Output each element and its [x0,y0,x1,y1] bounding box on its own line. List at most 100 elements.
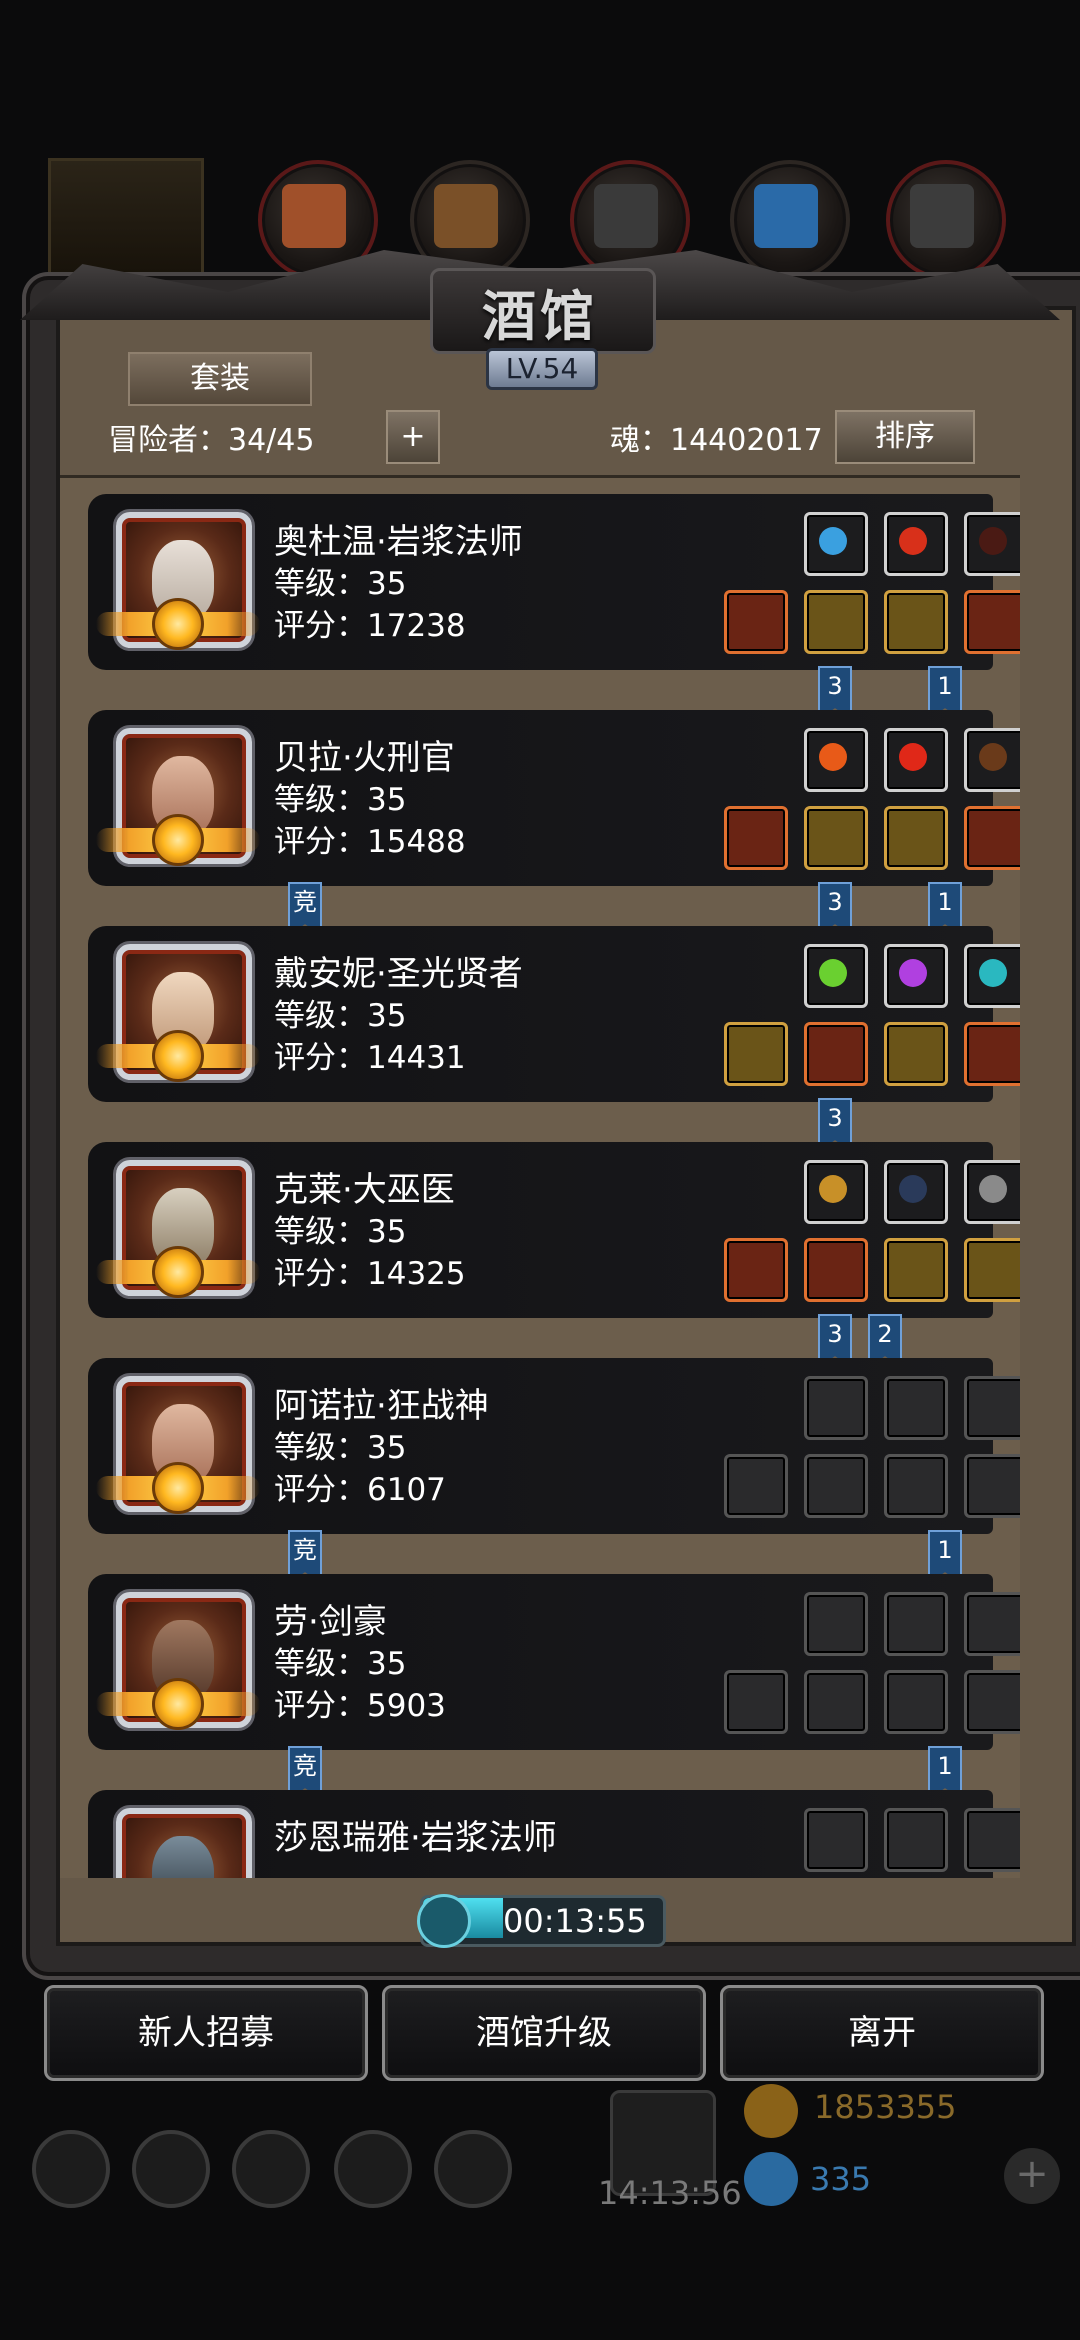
tavern-upgrade-button[interactable]: 酒馆升级 [382,1985,706,2081]
empty-gem-slot-icon[interactable] [964,1376,1020,1440]
orb-icon[interactable] [804,512,868,576]
mail-icon[interactable] [334,2130,412,2208]
anvil-category-icon[interactable] [886,160,1006,280]
gold-coin-icon [744,2084,798,2138]
hero-score: 评分：14325 [274,1256,466,1292]
star-emblem-icon [152,1462,204,1514]
refresh-timer: 00:13:55 [417,1894,666,1948]
hero-card[interactable]: 莎恩瑞雅·岩浆法师 [88,1790,1020,1878]
empty-weapon-slot-icon[interactable] [724,1670,788,1734]
hero-score: 评分：15488 [274,824,466,860]
hero-name: 劳·剑豪 [274,1602,387,1642]
empty-weapon-slot-icon[interactable] [724,1454,788,1518]
hero-level: 等级：35 [274,782,407,818]
settings-icon[interactable] [32,2130,110,2208]
helmet-icon[interactable] [884,590,948,654]
hero-name: 贝拉·火刑官 [274,738,455,778]
hero-card[interactable]: 克莱·大巫医 等级：35 评分：14325 [88,1142,1020,1318]
staff-icon[interactable] [724,590,788,654]
green-crystal-icon[interactable] [804,944,868,1008]
emerald-icon[interactable] [884,1238,948,1302]
diamond-icon [744,2152,798,2206]
empty-gem-slot-icon[interactable] [804,1808,868,1872]
tower-icon[interactable] [232,2130,310,2208]
staff-icon[interactable] [724,1022,788,1086]
gem-amount: 335 [810,2160,872,2198]
page-title: 酒馆 [482,284,598,348]
hero-portrait [116,1808,252,1878]
tavern-level-badge: LV.54 [486,348,598,390]
empty-armor-slot-icon[interactable] [804,1670,868,1734]
armor-icon[interactable] [804,806,868,870]
turquoise-icon[interactable] [964,944,1020,1008]
robe-icon[interactable] [804,1238,868,1302]
necklace-icon[interactable] [964,512,1020,576]
empty-gem-slot-icon[interactable] [804,1592,868,1656]
empty-accessory-slot-icon[interactable] [884,1454,948,1518]
empty-gem-slot-icon[interactable] [884,1808,948,1872]
expand-capacity-button[interactable]: + [386,410,440,464]
empty-accessory-slot-icon[interactable] [964,1454,1020,1518]
star-emblem-icon [152,1678,204,1730]
empty-accessory-slot-icon[interactable] [884,1670,948,1734]
hero-score: 评分：17238 [274,608,466,644]
gold-amount: 1853355 [814,2088,957,2126]
axe-icon[interactable] [724,806,788,870]
golden-mask-icon[interactable] [804,1160,868,1224]
empty-gem-slot-icon[interactable] [804,1376,868,1440]
armor-icon[interactable] [804,1022,868,1086]
hero-name: 莎恩瑞雅·岩浆法师 [274,1818,557,1858]
ring-icon[interactable] [964,590,1020,654]
star-icon[interactable] [132,2130,210,2208]
empty-gem-slot-icon[interactable] [964,1592,1020,1656]
hero-name: 戴安妮·圣光贤者 [274,954,523,994]
hero-level: 等级：35 [274,1430,407,1466]
hero-card[interactable]: 劳·剑豪 等级：35 评分：5903 [88,1574,1020,1750]
hero-name: 克莱·大巫医 [274,1170,455,1210]
armor-icon[interactable] [804,590,868,654]
amulet-icon[interactable] [884,1022,948,1086]
empty-gem-slot-icon[interactable] [964,1808,1020,1872]
empty-gem-slot-icon[interactable] [884,1592,948,1656]
hero-level: 等级：35 [274,1646,407,1682]
empty-accessory-slot-icon[interactable] [964,1670,1020,1734]
hero-card[interactable]: 贝拉·火刑官 等级：35 评分：15488 [88,710,1020,886]
wand-icon[interactable] [724,1238,788,1302]
clock-icon [417,1894,471,1948]
whip-icon[interactable] [884,1160,948,1224]
hero-card[interactable]: 戴安妮·圣光贤者 等级：35 评分：14431 [88,926,1020,1102]
hero-card[interactable]: 奥杜温·岩浆法师 等级：35 评分：17238 [88,494,1020,670]
timer-text: 00:13:55 [503,1902,647,1940]
star-emblem-icon [152,814,204,866]
hero-score: 评分：14431 [274,1040,466,1076]
dagger-icon[interactable] [964,1160,1020,1224]
ruby-icon[interactable] [884,728,948,792]
hero-level: 等级：35 [274,566,407,602]
empty-armor-slot-icon[interactable] [804,1454,868,1518]
soul-count: 魂：14402017 [610,423,823,458]
helmet-icon[interactable] [964,806,1020,870]
ruby-icon[interactable] [884,512,948,576]
sort-button[interactable]: 排序 [835,410,975,464]
hero-card[interactable]: 阿诺拉·狂战神 等级：35 评分：6107 [88,1358,1020,1534]
bag-icon[interactable] [434,2130,512,2208]
antler-icon[interactable] [964,728,1020,792]
star-emblem-icon [152,598,204,650]
add-resource-icon[interactable]: + [1004,2148,1060,2204]
hero-level: 等级：35 [274,1214,407,1250]
hero-level: 等级：35 [274,998,407,1034]
book-icon[interactable] [964,1022,1020,1086]
empty-gem-slot-icon[interactable] [884,1376,948,1440]
hero-name: 奥杜温·岩浆法师 [274,522,523,562]
hero-list[interactable]: 奥杜温·岩浆法师 等级：35 评分：17238 3 1 贝拉·火刑官 等级：35… [60,475,1020,1878]
bracelet-icon[interactable] [884,806,948,870]
ring-icon[interactable] [964,1238,1020,1302]
set-tab-button[interactable]: 套装 [128,352,312,406]
recruit-button[interactable]: 新人招募 [44,1985,368,2081]
leave-button[interactable]: 离开 [720,1985,1044,2081]
hero-score: 评分：6107 [274,1472,446,1508]
crystal-category-icon[interactable] [730,160,850,280]
amethyst-icon[interactable] [884,944,948,1008]
fire-orb-icon[interactable] [804,728,868,792]
adventurer-count: 冒险者：34/45 [108,423,315,458]
